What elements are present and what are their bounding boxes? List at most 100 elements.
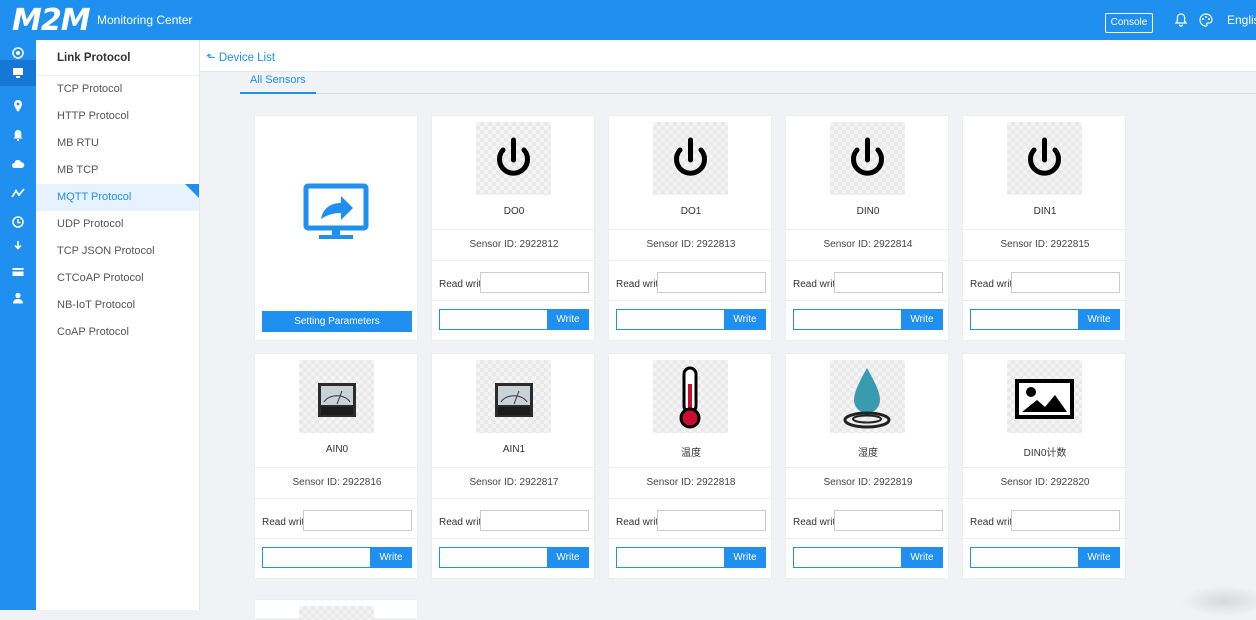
water-drop-icon	[843, 368, 891, 429]
back-arrow-icon: ⬑	[206, 52, 219, 64]
sidebar-heading: Link Protocol	[36, 40, 199, 76]
ammeter-icon	[318, 383, 356, 417]
thermometer-icon	[679, 366, 701, 429]
sensor-card: DIN0 Sensor ID: 2922814 Read write Write	[785, 115, 950, 341]
breadcrumb-bar: ⬑ Device List	[200, 40, 1256, 72]
sidebar-item-ctcoap[interactable]: CTCoAP Protocol	[36, 265, 199, 292]
clock-icon[interactable]	[10, 214, 26, 230]
power-icon	[1028, 137, 1061, 176]
write-button[interactable]: Write	[547, 309, 589, 330]
sensor-card-partial	[254, 599, 418, 620]
sidebar-item-label: MB TCP	[57, 164, 99, 176]
write-value-input[interactable]	[439, 547, 548, 568]
sidebar-item-tcp[interactable]: TCP Protocol	[36, 76, 199, 103]
sidebar-item-mb-tcp[interactable]: MB TCP	[36, 157, 199, 184]
download-icon[interactable]	[10, 238, 26, 254]
target-icon[interactable]	[10, 45, 26, 61]
sensor-id: Sensor ID: 2922812	[432, 229, 596, 261]
write-row: Write	[786, 538, 950, 576]
write-value-input[interactable]	[616, 309, 725, 330]
write-value-input[interactable]	[793, 547, 902, 568]
read-write-input[interactable]	[834, 510, 943, 531]
read-write-input[interactable]	[1011, 510, 1120, 531]
sensor-card: 温度 Sensor ID: 2922818 Read write Write	[608, 353, 773, 579]
sidebar-item-http[interactable]: HTTP Protocol	[36, 103, 199, 130]
logo: M2M	[12, 3, 91, 38]
sensor-card: DO0 Sensor ID: 2922812 Read write Write	[431, 115, 596, 341]
write-button[interactable]: Write	[547, 547, 589, 568]
read-write-input[interactable]	[657, 510, 766, 531]
write-value-input[interactable]	[970, 309, 1079, 330]
power-icon	[851, 137, 884, 176]
write-row: Write	[255, 538, 419, 576]
sensor-image	[1007, 360, 1082, 433]
sensor-image	[299, 360, 374, 433]
card-icon[interactable]	[10, 264, 26, 280]
chart-icon[interactable]	[10, 185, 26, 201]
sensor-name: 温度	[681, 448, 701, 459]
setting-parameters-button[interactable]: Setting Parameters	[262, 311, 412, 332]
sensor-card: AIN1 Sensor ID: 2922817 Read write Write	[431, 353, 596, 579]
language-selector[interactable]: English	[1227, 13, 1256, 27]
sensor-image	[653, 122, 728, 195]
sensor-id: Sensor ID: 2922816	[255, 467, 419, 499]
tab-all-sensors[interactable]: All Sensors	[240, 72, 316, 94]
sidebar-item-mb-rtu[interactable]: MB RTU	[36, 130, 199, 157]
sensor-id: Sensor ID: 2922820	[963, 467, 1127, 499]
palette-icon[interactable]	[1198, 12, 1214, 28]
sidebar-item-label: MB RTU	[57, 137, 99, 149]
main-panel: ⬑ Device List All Sensors Setting Parame…	[200, 40, 1256, 620]
breadcrumb-label: Device List	[218, 52, 276, 64]
sensor-id: Sensor ID: 2922817	[432, 467, 596, 499]
sidebar-item-mqtt[interactable]: MQTT Protocol	[36, 184, 199, 211]
sensor-name: DO1	[680, 206, 702, 217]
sensor-card: AIN0 Sensor ID: 2922816 Read write Write	[254, 353, 419, 579]
write-row: Write	[963, 300, 1127, 338]
write-button[interactable]: Write	[1078, 309, 1120, 330]
sidebar-item-label: CoAP Protocol	[57, 326, 129, 338]
app-title: Monitoring Center	[97, 13, 193, 27]
read-write-input[interactable]	[480, 510, 589, 531]
write-value-input[interactable]	[616, 547, 725, 568]
write-button[interactable]: Write	[1078, 547, 1120, 568]
device-icon[interactable]	[10, 65, 26, 81]
read-write-input[interactable]	[303, 510, 412, 531]
sidebar-item-nb-iot[interactable]: NB-IoT Protocol	[36, 292, 199, 319]
write-button[interactable]: Write	[724, 547, 766, 568]
bell-icon[interactable]	[1173, 12, 1189, 28]
sidebar-item-udp[interactable]: UDP Protocol	[36, 211, 199, 238]
sensor-image	[830, 360, 905, 433]
write-row: Write	[609, 538, 773, 576]
sidebar-item-tcp-json[interactable]: TCP JSON Protocol	[36, 238, 199, 265]
sensor-name: DIN0计数	[1023, 448, 1067, 459]
write-value-input[interactable]	[793, 309, 902, 330]
read-write-input[interactable]	[1011, 272, 1120, 293]
write-button[interactable]: Write	[370, 547, 412, 568]
write-row: Write	[432, 538, 596, 576]
alarm-icon[interactable]	[10, 127, 26, 143]
write-value-input[interactable]	[439, 309, 548, 330]
sensor-name: AIN0	[325, 444, 349, 455]
cloud-icon[interactable]	[10, 156, 26, 172]
active-corner-marker	[185, 184, 199, 198]
read-write-input[interactable]	[480, 272, 589, 293]
sensor-image	[476, 122, 551, 195]
sidebar-item-label: TCP JSON Protocol	[57, 245, 155, 257]
user-icon[interactable]	[10, 290, 26, 306]
write-button[interactable]: Write	[901, 547, 943, 568]
sensor-image	[1007, 122, 1082, 195]
write-value-input[interactable]	[970, 547, 1079, 568]
write-value-input[interactable]	[262, 547, 371, 568]
share-screen-icon	[303, 183, 369, 239]
read-write-input[interactable]	[834, 272, 943, 293]
sensor-name: DIN1	[1033, 206, 1057, 217]
sensor-card: 湿度 Sensor ID: 2922819 Read write Write	[785, 353, 950, 579]
sensor-image-placeholder	[299, 606, 374, 620]
write-button[interactable]: Write	[901, 309, 943, 330]
write-button[interactable]: Write	[724, 309, 766, 330]
location-icon[interactable]	[10, 98, 26, 114]
breadcrumb[interactable]: ⬑ Device List	[206, 50, 275, 64]
sidebar-item-coap[interactable]: CoAP Protocol	[36, 319, 199, 346]
read-write-input[interactable]	[657, 272, 766, 293]
console-button[interactable]: Console	[1105, 13, 1153, 33]
